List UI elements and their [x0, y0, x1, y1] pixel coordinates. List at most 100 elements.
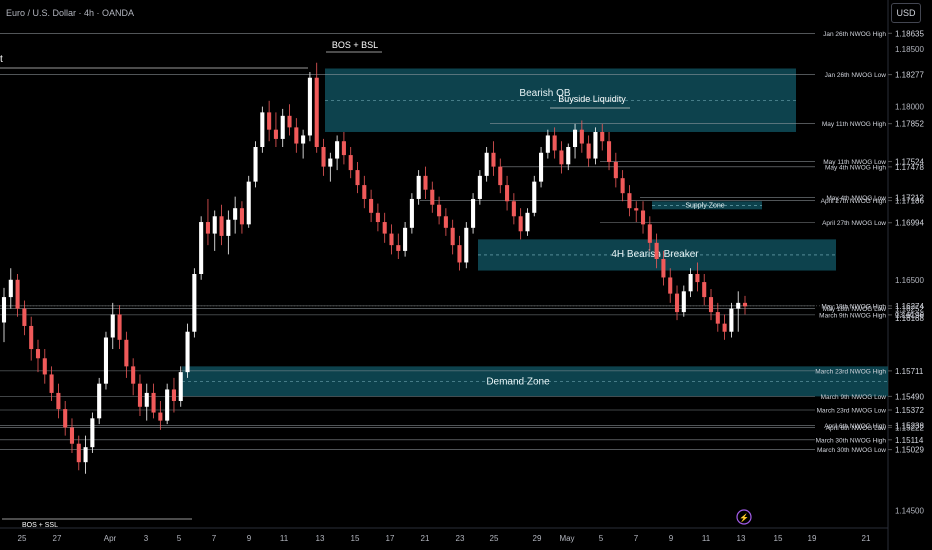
annotation-bos-bsl: BOS + BSL [332, 40, 378, 50]
x-tick-label: 9 [669, 534, 674, 543]
x-tick-label: 9 [247, 534, 252, 543]
candle-body [260, 112, 265, 147]
x-tick-label: 23 [456, 534, 465, 543]
candle-body [491, 152, 496, 167]
x-tick-label: 21 [421, 534, 430, 543]
price-axis-label: 1.18277 [895, 71, 924, 80]
x-tick-label: 11 [702, 534, 711, 543]
candle-body [165, 389, 170, 421]
candle-body [69, 427, 75, 444]
chart-canvas[interactable]: Bearish OBSupply Zone4H Bearish BreakerD… [0, 0, 932, 550]
level-label: March 23rd NWOG Low [817, 408, 887, 415]
candle-body [137, 383, 143, 407]
candle-body [273, 129, 278, 139]
candle-body [307, 77, 312, 136]
candle-body [681, 291, 686, 313]
candle-body [212, 216, 217, 234]
candle-body [151, 392, 156, 413]
annotation-partial-text: t [0, 54, 3, 65]
candle-body [715, 312, 720, 324]
candle-body [131, 366, 136, 384]
candle-body [634, 208, 639, 211]
candle-body [416, 175, 421, 199]
x-tick-label: May [559, 534, 574, 543]
candle-body [348, 155, 353, 171]
x-tick-label: 5 [177, 534, 182, 543]
candle-body [287, 115, 292, 128]
candle-body [124, 339, 129, 367]
price-axis-label: 1.18635 [895, 29, 924, 38]
candle-body [267, 112, 272, 130]
annotation-bos-ssl: BOS + SSL [22, 522, 58, 529]
price-axis-label: 1.17852 [895, 120, 924, 129]
x-tick-label: 7 [634, 534, 639, 543]
candle-body [559, 150, 564, 165]
candle-body [640, 210, 646, 225]
candle-body [185, 331, 190, 373]
candle-body [539, 152, 544, 182]
level-label: April 6th NWOG Low [826, 425, 887, 432]
level-label: April 27th NWOG Low [822, 220, 886, 227]
level-label: March 23rd NWOG High [815, 368, 886, 375]
candle-body [423, 175, 428, 190]
y-tick-label: 1.18500 [895, 45, 924, 54]
x-tick-label: 13 [737, 534, 746, 543]
candle-body [511, 201, 516, 217]
candle-body [647, 224, 652, 243]
candle-body [382, 222, 387, 234]
candle-body [525, 212, 530, 232]
candle-body [566, 147, 571, 165]
candle-body [171, 389, 176, 401]
candle-body [708, 297, 714, 313]
price-axis-label: 1.15372 [895, 406, 924, 415]
annotation-buyside-liquidity: Buyside Liquidity [558, 94, 626, 104]
candle-body [477, 175, 482, 199]
y-tick-label: 1.18000 [895, 103, 924, 112]
candle-body [335, 141, 340, 159]
x-tick-label: Apr [104, 534, 117, 543]
candle-body [341, 141, 346, 156]
candle-body [253, 147, 258, 182]
y-tick-label: 1.16500 [895, 276, 924, 285]
level-label: Jan 26th NWOG High [823, 31, 886, 38]
candle-body [532, 181, 537, 213]
x-tick-label: 5 [599, 534, 604, 543]
candle-body [579, 129, 584, 144]
candle-body [42, 358, 47, 375]
candle-body [702, 282, 707, 298]
price-axis-label: 1.15490 [895, 392, 924, 401]
x-tick-label: 7 [212, 534, 217, 543]
y-tick-label: 1.14500 [895, 507, 924, 516]
candle-body [668, 277, 673, 294]
candle-body [321, 147, 326, 167]
candle-body [620, 178, 625, 194]
candle-body [430, 189, 435, 205]
candle-body [83, 447, 88, 463]
candle-body [355, 170, 360, 186]
candle-body [192, 274, 197, 332]
candle-body [301, 135, 306, 144]
countdown-label: 03:46:49 [895, 310, 924, 319]
candle-body [8, 279, 13, 298]
x-tick-label: 25 [18, 534, 27, 543]
candle-body [294, 127, 299, 144]
candle-body [314, 77, 319, 147]
level-label: March 30th NWOG High [816, 437, 887, 444]
candle-body [606, 141, 612, 163]
candle-body [409, 198, 414, 228]
candle-body [674, 293, 680, 313]
candle-body [76, 443, 81, 463]
level-label: May 11th NWOG High [822, 121, 887, 128]
x-tick-label: 17 [386, 534, 395, 543]
candle-body [437, 204, 442, 217]
candle-body [552, 135, 557, 151]
candle-body [450, 227, 455, 246]
candle-body [457, 245, 462, 263]
x-tick-label: 15 [774, 534, 783, 543]
level-label: March 9th NWOG Low [821, 394, 887, 401]
candle-body [464, 227, 469, 263]
candle-body [722, 323, 727, 332]
candle-body [246, 181, 251, 225]
candle-body [742, 302, 748, 307]
candle-body [498, 166, 503, 186]
